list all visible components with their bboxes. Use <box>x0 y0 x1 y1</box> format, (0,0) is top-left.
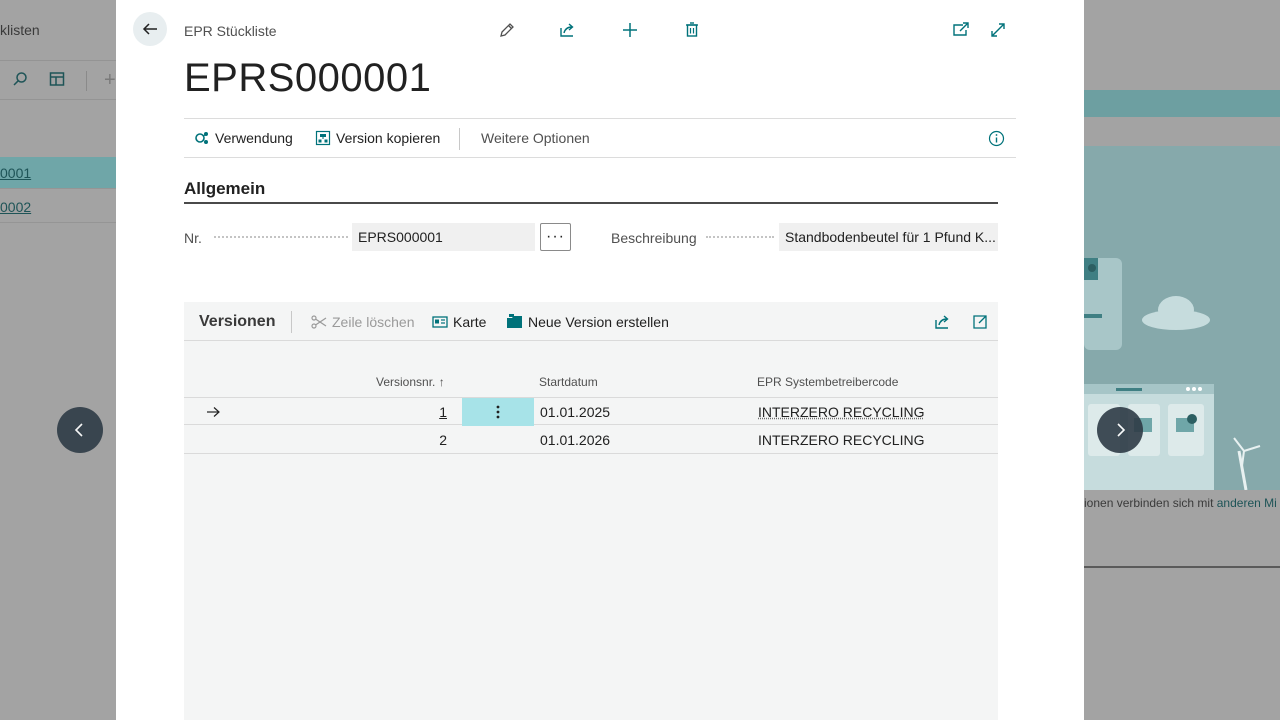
background-toolbar: + <box>0 60 116 100</box>
systembetreibercode-cell[interactable]: INTERZERO RECYCLING <box>758 398 924 426</box>
verwendung-action[interactable]: Verwendung <box>194 119 293 157</box>
neue-version-action[interactable]: Neue Version erstellen <box>506 302 669 341</box>
background-list-item: 0001 <box>0 157 116 189</box>
row-actions-menu[interactable] <box>462 398 534 426</box>
background-page-title: klisten <box>0 22 40 38</box>
verwendung-label: Verwendung <box>215 130 293 146</box>
background-left-panel: klisten + 0001 0002 <box>0 0 116 720</box>
column-header-versionsnr[interactable]: Versionsnr. ↑ <box>376 375 445 389</box>
delete-line-icon <box>311 314 327 329</box>
more-vertical-icon <box>496 405 500 419</box>
version-kopieren-action[interactable]: Version kopieren <box>315 119 440 157</box>
neue-version-label: Neue Version erstellen <box>528 313 669 330</box>
background-caption-link: anderen Mi <box>1216 496 1277 510</box>
background-list-item: 0002 <box>0 191 116 223</box>
table-row[interactable]: 1 01.01.2025 INTERZERO RECYCLING <box>184 397 998 426</box>
search-icon <box>10 71 30 91</box>
systembetreibercode-cell[interactable]: INTERZERO RECYCLING <box>758 426 924 454</box>
card-icon <box>432 315 448 328</box>
versionen-toolbar: Versionen Zeile löschen Karte Neue Versi… <box>184 302 998 341</box>
card-dialog: EPR Stückliste EPRS000001 Verwendung Ver… <box>116 0 1084 720</box>
karte-label: Karte <box>453 313 487 330</box>
nr-assist-button[interactable]: ··· <box>540 223 571 251</box>
versionsnr-cell[interactable]: 2 <box>407 426 447 454</box>
startdatum-cell[interactable]: 01.01.2026 <box>540 426 610 454</box>
new-version-icon <box>507 314 522 328</box>
versionen-subpage: Versionen Zeile löschen Karte Neue Versi… <box>184 302 998 720</box>
chevron-left-icon <box>74 423 83 437</box>
page-title: EPRS000001 <box>184 56 432 100</box>
versionsnr-cell[interactable]: 1 <box>407 398 447 426</box>
copy-version-icon <box>315 130 331 146</box>
weitere-optionen-label: Weitere Optionen <box>481 130 590 146</box>
background-right-panel: ionen verbinden sich mit anderen Mi <box>1084 0 1280 720</box>
share-icon[interactable] <box>557 19 579 41</box>
version-kopieren-label: Version kopieren <box>336 130 441 146</box>
row-selected-arrow-icon <box>205 398 221 426</box>
karte-action[interactable]: Karte <box>432 302 486 341</box>
beschreibung-field[interactable]: Standbodenbeutel für 1 Pfund K... <box>779 223 998 251</box>
plus-icon: + <box>104 69 116 91</box>
nr-label: Nr. <box>184 230 202 246</box>
weitere-optionen-action[interactable]: Weitere Optionen <box>481 119 590 157</box>
column-header-systembetreibercode[interactable]: EPR Systembetreibercode <box>757 375 898 389</box>
next-record-button[interactable] <box>1097 407 1143 453</box>
beschreibung-dots <box>706 236 774 238</box>
edit-icon[interactable] <box>496 19 518 41</box>
zeile-loeschen-label: Zeile löschen <box>332 313 415 330</box>
where-used-icon <box>195 132 208 144</box>
new-icon[interactable] <box>619 19 641 41</box>
background-caption-text: ionen verbinden sich mit <box>1084 496 1217 510</box>
table-row[interactable]: 2 01.01.2026 INTERZERO RECYCLING <box>184 426 998 454</box>
section-title-allgemein: Allgemein <box>184 179 998 204</box>
versionen-title[interactable]: Versionen <box>199 313 275 331</box>
background-caption: ionen verbinden sich mit anderen Mi <box>1084 490 1280 568</box>
subpage-expand-icon[interactable] <box>970 312 990 332</box>
background-band <box>1084 90 1280 117</box>
column-header-startdatum[interactable]: Startdatum <box>539 375 598 389</box>
nr-dots <box>214 236 348 238</box>
action-separator <box>459 128 460 150</box>
subpage-share-icon[interactable] <box>933 312 953 332</box>
nr-field[interactable]: EPRS000001 <box>352 223 535 251</box>
delete-icon[interactable] <box>681 19 703 41</box>
info-icon[interactable] <box>988 119 1010 157</box>
action-bar: Verwendung Version kopieren Weitere Opti… <box>184 118 1016 158</box>
toolbar-separator <box>291 311 292 333</box>
previous-record-button[interactable] <box>57 407 103 453</box>
open-new-window-icon[interactable] <box>950 19 972 41</box>
layout-icon <box>47 71 67 91</box>
expand-icon[interactable] <box>987 19 1009 41</box>
beschreibung-label: Beschreibung <box>611 230 697 246</box>
arrow-left-icon <box>142 23 157 35</box>
back-button[interactable] <box>133 12 167 46</box>
chevron-right-icon <box>1117 423 1126 437</box>
background-separator <box>86 71 87 91</box>
breadcrumb: EPR Stückliste <box>184 23 277 39</box>
zeile-loeschen-action[interactable]: Zeile löschen <box>311 302 415 341</box>
startdatum-cell[interactable]: 01.01.2025 <box>540 398 610 426</box>
